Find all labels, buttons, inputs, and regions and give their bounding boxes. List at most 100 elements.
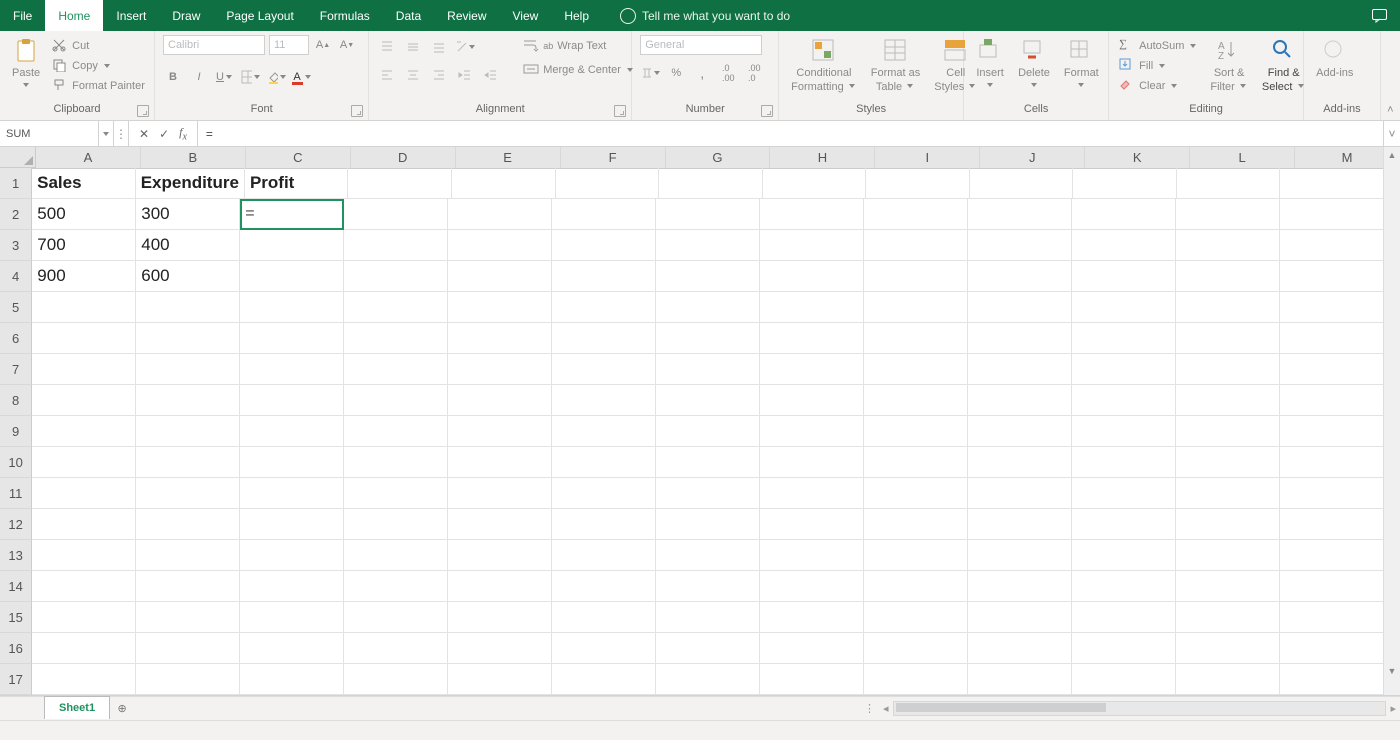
- cell[interactable]: [656, 633, 760, 664]
- cell[interactable]: [760, 385, 864, 416]
- cell[interactable]: [1072, 323, 1176, 354]
- row-header[interactable]: 12: [0, 509, 32, 540]
- cell[interactable]: [552, 292, 656, 323]
- increase-indent-icon[interactable]: [481, 65, 501, 85]
- cell[interactable]: [656, 571, 760, 602]
- tab-data[interactable]: Data: [383, 0, 434, 31]
- scroll-left-icon[interactable]: ◂: [879, 702, 893, 715]
- name-box-dropdown[interactable]: [99, 121, 114, 146]
- cell[interactable]: [968, 385, 1072, 416]
- row-header[interactable]: 15: [0, 602, 32, 633]
- tab-page-layout[interactable]: Page Layout: [213, 0, 306, 31]
- cell[interactable]: [968, 447, 1072, 478]
- cell[interactable]: [656, 478, 760, 509]
- cell[interactable]: [32, 664, 136, 695]
- format-as-table-button[interactable]: Format asTable: [867, 35, 925, 95]
- align-left-icon[interactable]: [377, 65, 397, 85]
- delete-cells-button[interactable]: Delete: [1014, 35, 1054, 91]
- italic-button[interactable]: I: [189, 67, 209, 87]
- cell[interactable]: [1176, 354, 1280, 385]
- cell[interactable]: [968, 261, 1072, 292]
- cell[interactable]: [552, 354, 656, 385]
- cell[interactable]: [760, 416, 864, 447]
- cell[interactable]: [1280, 416, 1384, 447]
- cell[interactable]: [136, 354, 240, 385]
- cell[interactable]: [552, 261, 656, 292]
- cell[interactable]: [1176, 261, 1280, 292]
- cell[interactable]: [32, 354, 136, 385]
- column-header[interactable]: B: [141, 147, 246, 168]
- cell[interactable]: [968, 416, 1072, 447]
- row-header[interactable]: 7: [0, 354, 32, 385]
- cell[interactable]: [1072, 509, 1176, 540]
- cell[interactable]: [136, 385, 240, 416]
- cell[interactable]: [1280, 509, 1384, 540]
- cell[interactable]: [344, 664, 448, 695]
- tab-review[interactable]: Review: [434, 0, 499, 31]
- row-header[interactable]: 3: [0, 230, 32, 261]
- column-header[interactable]: J: [980, 147, 1085, 168]
- row-header[interactable]: 11: [0, 478, 32, 509]
- cell[interactable]: [968, 509, 1072, 540]
- formula-bar[interactable]: =: [198, 121, 1383, 146]
- cell[interactable]: [1280, 354, 1384, 385]
- cell[interactable]: [1177, 168, 1281, 199]
- comma-button[interactable]: ,: [692, 63, 712, 83]
- cell[interactable]: [970, 168, 1074, 199]
- column-header[interactable]: G: [666, 147, 771, 168]
- cell[interactable]: [344, 540, 448, 571]
- cell[interactable]: [452, 168, 556, 199]
- cell[interactable]: [240, 664, 344, 695]
- row-header[interactable]: 1: [0, 168, 32, 199]
- cell[interactable]: [1176, 571, 1280, 602]
- cell[interactable]: [136, 633, 240, 664]
- accounting-format-icon[interactable]: [640, 63, 660, 83]
- cell[interactable]: [32, 447, 136, 478]
- cell[interactable]: [552, 664, 656, 695]
- insert-cells-button[interactable]: Insert: [972, 35, 1008, 91]
- cell[interactable]: [448, 199, 552, 230]
- cell[interactable]: [32, 633, 136, 664]
- conditional-formatting-button[interactable]: ConditionalFormatting: [787, 35, 861, 95]
- cell[interactable]: [656, 416, 760, 447]
- cell[interactable]: [1176, 416, 1280, 447]
- cell[interactable]: [864, 571, 968, 602]
- cell[interactable]: [136, 478, 240, 509]
- new-sheet-button[interactable]: ⊕: [110, 697, 134, 720]
- cell[interactable]: [552, 385, 656, 416]
- cell[interactable]: [552, 199, 656, 230]
- font-color-button[interactable]: A: [293, 67, 313, 87]
- align-center-icon[interactable]: [403, 65, 423, 85]
- cell[interactable]: [968, 571, 1072, 602]
- cell[interactable]: [32, 478, 136, 509]
- cell[interactable]: [864, 540, 968, 571]
- cell[interactable]: [136, 292, 240, 323]
- row-header[interactable]: 17: [0, 664, 32, 695]
- column-header[interactable]: H: [770, 147, 875, 168]
- cell[interactable]: [656, 602, 760, 633]
- addins-button[interactable]: Add-ins: [1312, 35, 1357, 81]
- cell[interactable]: [448, 416, 552, 447]
- cell[interactable]: [1280, 664, 1384, 695]
- sort-filter-button[interactable]: AZSort &Filter: [1206, 35, 1252, 95]
- cell[interactable]: [968, 664, 1072, 695]
- cell[interactable]: [968, 354, 1072, 385]
- cell[interactable]: [1176, 478, 1280, 509]
- comments-icon[interactable]: [1372, 9, 1390, 23]
- dialog-launcher-icon[interactable]: [761, 105, 773, 117]
- cell[interactable]: [1280, 385, 1384, 416]
- cell[interactable]: [344, 323, 448, 354]
- cell[interactable]: [1280, 261, 1384, 292]
- cell[interactable]: Profit: [245, 168, 349, 199]
- tab-insert[interactable]: Insert: [103, 0, 159, 31]
- percent-button[interactable]: %: [666, 63, 686, 83]
- decrease-decimal-icon[interactable]: .00.0: [744, 63, 764, 83]
- cell[interactable]: [1280, 230, 1384, 261]
- cell[interactable]: [1280, 292, 1384, 323]
- scroll-up-icon[interactable]: ▲: [1384, 147, 1400, 163]
- cell[interactable]: [1280, 447, 1384, 478]
- cell[interactable]: [1072, 385, 1176, 416]
- cell[interactable]: [864, 354, 968, 385]
- tell-me-input[interactable]: Tell me what you want to do: [642, 9, 790, 23]
- cell[interactable]: [763, 168, 867, 199]
